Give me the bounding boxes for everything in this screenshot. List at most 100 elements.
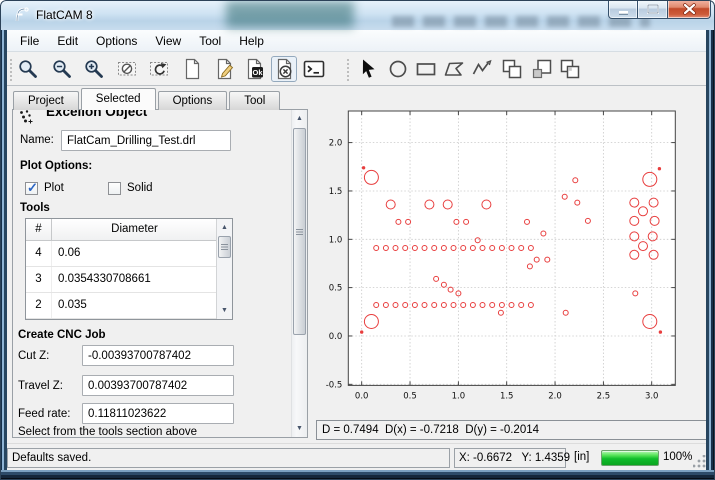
svg-text:3.0: 3.0 [645,391,659,401]
status-message: Defaults saved. [7,448,450,468]
zoom-fit-icon[interactable] [15,56,41,82]
tab-selected[interactable]: Selected [81,88,156,110]
zoom-in-icon[interactable] [81,56,107,82]
solid-checkbox[interactable] [108,182,121,195]
scroll-up-icon[interactable]: ▲ [292,111,307,126]
draw-circle-icon[interactable] [385,56,411,82]
tools-table: # Diameter 40.0630.035433070866120.035 ▲… [25,218,233,320]
scrollbar-thumb[interactable] [218,236,231,258]
draw-path-icon[interactable] [469,56,495,82]
draw-polygon-icon[interactable] [441,56,467,82]
panel-scrollbar[interactable]: ▲ ▼ [291,110,307,437]
save-project-icon[interactable]: Ok [241,56,267,82]
restore-icon [639,0,666,19]
replot-icon[interactable] [147,56,173,82]
tab-bar: ProjectSelectedOptionsTool [13,88,282,110]
tool-number-cell: 3 [26,267,52,292]
plot-checkbox[interactable] [25,182,38,195]
svg-text:1.0: 1.0 [329,235,343,245]
name-label: Name: [20,134,54,146]
caption-buttons [608,0,711,19]
cursor-coordinates: X: -0.6672 Y: 1.4359 [454,448,566,468]
tools-table-scrollbar[interactable]: ▲ ▼ [216,219,232,319]
tab-options[interactable]: Options [158,91,228,110]
menu-item-file[interactable]: File [11,31,48,51]
minimize-icon [609,0,637,19]
clear-plot-icon[interactable] [115,56,141,82]
cnc-heading: Create CNC Job [18,329,106,341]
scrollbar-thumb[interactable] [293,128,306,335]
scroll-down-icon[interactable]: ▼ [292,421,307,436]
menu-item-help[interactable]: Help [230,31,273,51]
minimize-button[interactable] [608,0,638,19]
shell-icon[interactable] [301,56,327,82]
travelz-input[interactable] [82,375,234,396]
menubar: FileEditOptionsViewToolHelp [1,30,714,52]
subtract-icon[interactable] [529,56,555,82]
feedrate-input[interactable] [82,403,234,424]
draw-rectangle-icon[interactable] [413,56,439,82]
progress-percent: 100% [663,451,692,463]
plot-checkbox-label: Plot [44,182,64,194]
drill-plot[interactable]: 0.00.51.01.52.02.53.0-0.50.00.51.01.52.0 [312,88,712,418]
select-icon[interactable] [355,56,381,82]
tab-tool[interactable]: Tool [229,91,280,110]
progress-bar [601,450,659,466]
intersect-icon[interactable] [557,56,583,82]
restore-button[interactable] [638,0,667,19]
tools-hint-text: Select from the tools section above [18,426,197,438]
union-icon[interactable] [499,56,525,82]
zoom-out-icon[interactable] [49,56,75,82]
tools-table-header: # Diameter [26,219,217,241]
table-row[interactable]: 20.035 [26,293,217,319]
close-icon [668,0,710,19]
table-row[interactable]: 40.06 [26,241,217,267]
window-border [0,470,715,480]
menu-item-edit[interactable]: Edit [48,31,87,51]
open-project-icon[interactable] [211,56,237,82]
svg-text:0.0: 0.0 [355,391,369,401]
delete-object-icon[interactable] [271,56,297,82]
table-row[interactable]: 30.0354330708661 [26,267,217,293]
scroll-down-icon[interactable]: ▼ [217,303,232,318]
svg-text:1.5: 1.5 [329,187,343,197]
object-header: Excellon Object [16,110,284,124]
menu-item-options[interactable]: Options [87,31,146,51]
status-bar: Defaults saved. X: -0.6672 Y: 1.4359 [in… [7,443,708,470]
svg-text:1.5: 1.5 [500,391,514,401]
plot-options-heading: Plot Options: [20,160,92,172]
toolbar: Ok [7,52,708,86]
units-label: [in] [574,451,589,463]
solid-checkbox-label: Solid [127,182,153,194]
close-button[interactable] [667,0,711,19]
tool-diameter-cell: 0.06 [52,241,217,266]
svg-text:2.0: 2.0 [548,391,562,401]
menu-item-view[interactable]: View [146,31,190,51]
new-project-icon[interactable] [179,56,205,82]
toolbar-drag-handle[interactable] [9,58,13,81]
tool-number-cell: 2 [26,293,52,318]
window-border [0,30,7,470]
svg-text:0.5: 0.5 [403,391,417,401]
column-header-diameter[interactable]: Diameter [52,219,217,240]
distance-readout: D = 0.7494 D(x) = -0.7218 D(y) = -0.2014 [316,420,708,440]
window-titlebar[interactable]: FlatCAM 8 [0,0,715,30]
tool-diameter-cell: 0.035 [52,293,217,318]
svg-text:Ok: Ok [252,68,263,77]
toolbar-drag-handle[interactable] [346,58,350,81]
tools-table-body: 40.0630.035433070866120.035 [26,241,232,319]
window-title: FlatCAM 8 [36,8,93,22]
cutz-input[interactable] [82,345,234,366]
resize-grip[interactable] [693,455,706,468]
column-header-number[interactable]: # [26,219,52,240]
object-title: Excellon Object [46,110,147,119]
window-border [706,30,715,470]
name-input[interactable] [61,130,231,151]
tab-project[interactable]: Project [13,91,79,110]
svg-text:1.0: 1.0 [452,391,466,401]
scroll-up-icon[interactable]: ▲ [217,220,232,235]
excellon-drill-icon [18,110,33,124]
menu-item-tool[interactable]: Tool [190,31,230,51]
flatcam-window: FlatCAM 8 FileEditOptionsViewToolHelp Ok… [0,0,715,480]
feedrate-label: Feed rate: [18,408,70,420]
